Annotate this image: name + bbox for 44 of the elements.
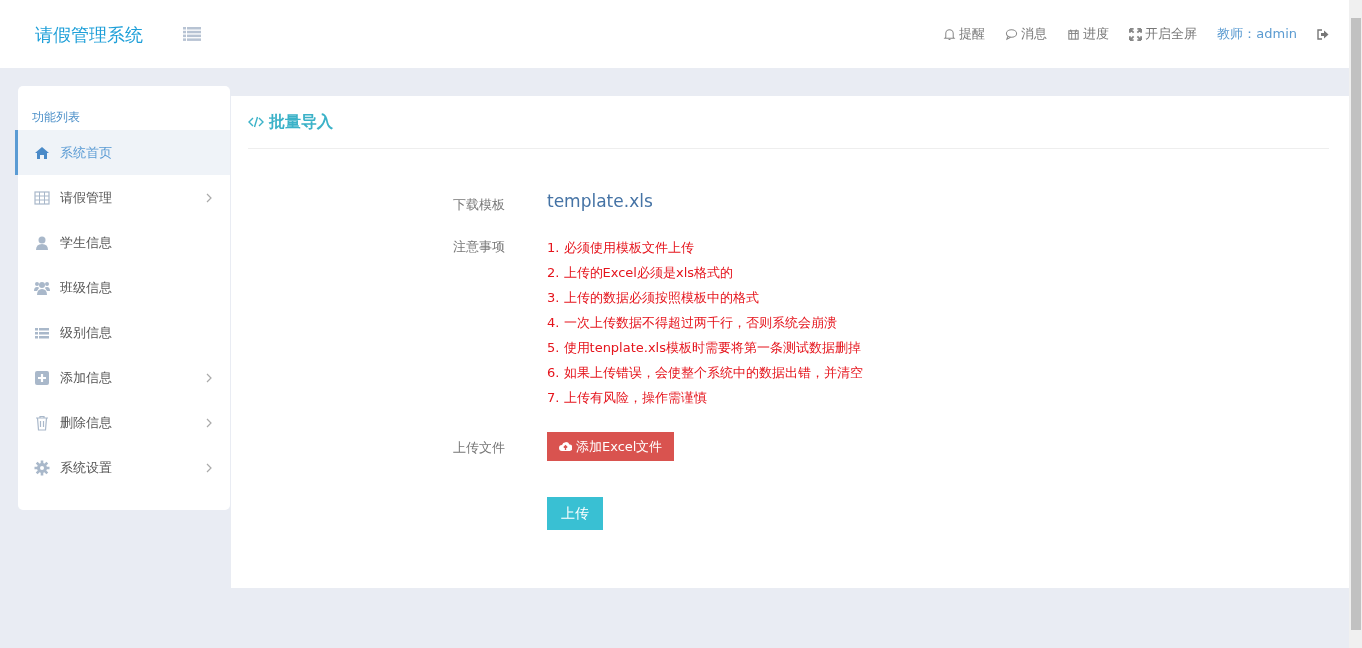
sidebar-item[interactable]: 学生信息 bbox=[15, 220, 230, 265]
user-link[interactable]: 教师：admin bbox=[1217, 24, 1297, 44]
cloud-upload-icon bbox=[559, 441, 572, 452]
template-link[interactable]: template.xls bbox=[547, 189, 653, 215]
note-line: 7. 上传有风险，操作需谨慎 bbox=[547, 388, 708, 407]
calendar-icon bbox=[1067, 27, 1081, 41]
note-line: 5. 使用tenplate.xls模板时需要将第一条测试数据删掉 bbox=[547, 338, 862, 357]
note-line: 3. 上传的数据必须按照模板中的格式 bbox=[547, 288, 760, 307]
users-icon bbox=[34, 279, 50, 296]
table-icon bbox=[34, 189, 50, 206]
note-line: 4. 一次上传数据不得超过两千行，否则系统会崩溃 bbox=[547, 313, 838, 332]
trash-icon bbox=[34, 414, 50, 431]
field-label: 注意事项 bbox=[453, 237, 506, 256]
topbar-link[interactable]: 提醒 bbox=[943, 24, 986, 44]
topbar-link[interactable]: 进度 bbox=[1067, 24, 1110, 44]
sidebar-item[interactable]: 添加信息 bbox=[15, 355, 230, 400]
logout-icon[interactable] bbox=[1317, 28, 1329, 40]
note-line: 1. 必须使用模板文件上传 bbox=[547, 238, 695, 257]
sidebar-item[interactable]: 班级信息 bbox=[15, 265, 230, 310]
sidebar-item[interactable]: 删除信息 bbox=[15, 400, 230, 445]
sidebar-item[interactable]: 系统设置 bbox=[15, 445, 230, 490]
speech-bubble-icon bbox=[1005, 27, 1019, 41]
bell-icon bbox=[943, 27, 957, 41]
app-title: 请假管理系统 bbox=[35, 22, 143, 47]
note-line: 2. 上传的Excel必须是xls格式的 bbox=[547, 263, 735, 282]
add-file-button[interactable]: 添加Excel文件 bbox=[547, 431, 675, 461]
code-icon bbox=[248, 116, 264, 128]
field-label: 上传文件 bbox=[453, 438, 506, 457]
field-label: 下载模板 bbox=[453, 196, 506, 214]
scrollbar[interactable] bbox=[1349, 0, 1362, 648]
topbar-link[interactable]: 开启全屏 bbox=[1129, 24, 1198, 44]
sidebar-item[interactable]: 请假管理 bbox=[15, 175, 230, 220]
home-icon bbox=[34, 144, 50, 161]
sidebar-heading: 功能列表 bbox=[31, 109, 81, 126]
note-line: 6. 如果上传错误，会使整个系统中的数据出错，并清空 bbox=[547, 363, 863, 382]
sidebar-item[interactable]: 级别信息 bbox=[15, 310, 230, 355]
menu-icon[interactable] bbox=[183, 27, 201, 41]
panel-title: 批量导入 bbox=[269, 111, 333, 133]
gear-icon bbox=[34, 459, 50, 476]
topbar-link[interactable]: 消息 bbox=[1005, 24, 1048, 44]
expand-icon bbox=[1129, 27, 1143, 41]
plus-square-icon bbox=[34, 369, 50, 386]
sidebar-item[interactable]: 系统首页 bbox=[15, 130, 230, 175]
user-icon bbox=[34, 234, 50, 251]
